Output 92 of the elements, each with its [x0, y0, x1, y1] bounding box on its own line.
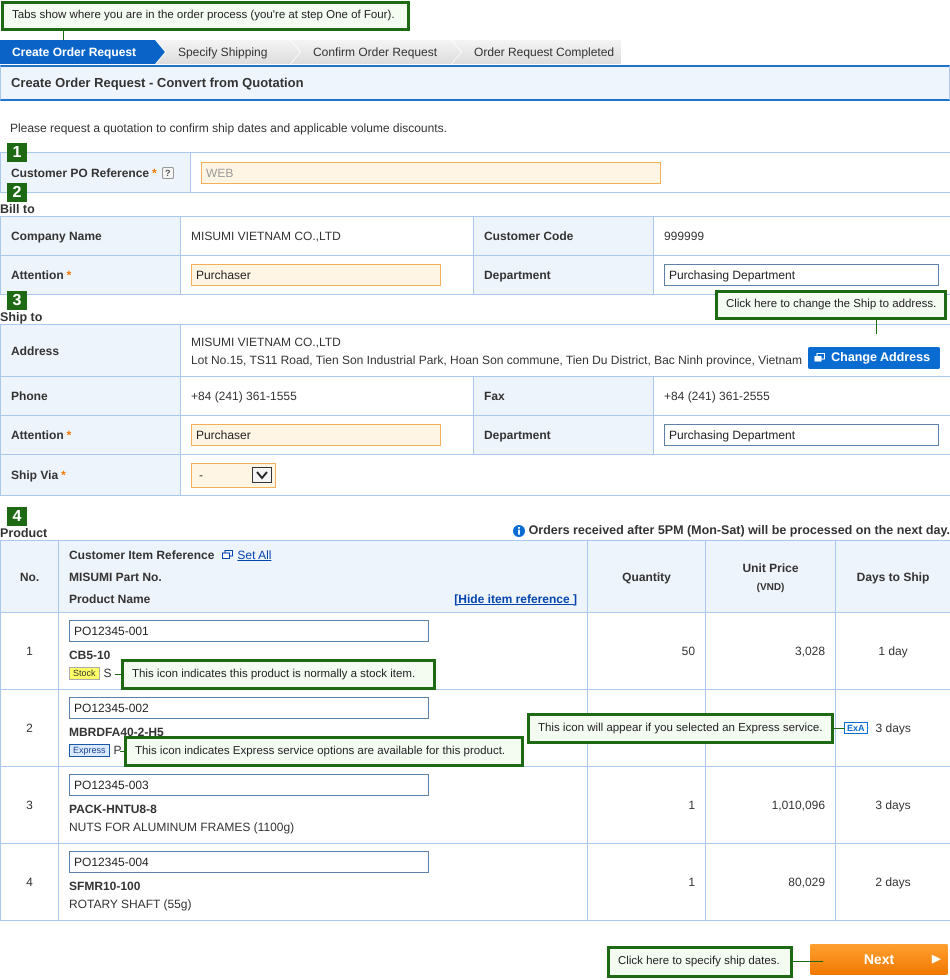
row-number: 4	[0, 844, 58, 920]
change-address-button[interactable]: Change Address	[808, 346, 940, 368]
item-reference-field[interactable]: PO12345-003	[69, 774, 429, 796]
field-label: Customer Code	[484, 229, 574, 243]
product-name: S	[104, 665, 112, 682]
row-number: 1	[0, 612, 58, 690]
field-label: Fax	[484, 389, 505, 403]
info-icon	[512, 524, 525, 537]
field-label: Customer PO Reference	[11, 166, 150, 180]
currency-text: (VND)	[756, 580, 784, 594]
required-mark: *	[66, 428, 72, 442]
required-mark: *	[61, 468, 66, 482]
required-mark: *	[152, 166, 157, 180]
hide-reference-link[interactable]: [Hide item reference ]	[454, 590, 577, 608]
department-field[interactable]: Purchasing Department	[664, 264, 939, 286]
quantity-value: 1	[588, 766, 706, 844]
product-name: P	[114, 742, 122, 759]
header-text: Product Name	[69, 590, 150, 608]
section-heading: Bill to	[0, 202, 35, 216]
field-label: Department	[484, 428, 551, 442]
unit-price: 3,028	[706, 612, 836, 690]
field-value: MISUMI VIETNAM CO.,LTD	[180, 216, 474, 256]
express-tag: Express	[69, 744, 110, 756]
part-number: CB5-10	[69, 647, 110, 664]
callout: Click here to change the Ship to address.	[715, 290, 947, 320]
stock-tag: Stock	[69, 666, 100, 680]
notice-text: Orders received after 5PM (Mon-Sat) will be processed on the next day.	[528, 522, 950, 540]
step-tab[interactable]: Confirm Order Request	[291, 40, 461, 64]
callout: Tabs show where you are in the order process (you're at step One of Four).	[1, 1, 410, 31]
item-reference-field[interactable]: PO12345-004	[69, 851, 429, 873]
column-header: Days to Ship	[836, 540, 950, 612]
field-label: Attention	[11, 428, 64, 442]
part-number: PACK-HNTU8-8	[69, 801, 157, 818]
step-number: 2	[7, 183, 27, 202]
leader-line	[63, 31, 64, 40]
leader-line	[793, 961, 823, 962]
po-reference-field[interactable]: WEB	[201, 162, 661, 184]
field-label: Phone	[11, 389, 48, 403]
callout: This icon indicates Express service options are available for this product.	[124, 736, 524, 767]
row-number: 3	[0, 766, 58, 844]
section-heading: Product	[0, 526, 48, 540]
help-icon[interactable]: ?	[162, 167, 174, 180]
days-to-ship: 3 days	[876, 720, 911, 737]
callout: This icon will appear if you selected an Express service.	[527, 713, 834, 744]
express-icon: ExA	[844, 722, 868, 734]
field-label: Address	[11, 344, 60, 358]
page-title: Create Order Request - Convert from Quotation	[0, 65, 950, 101]
ship-via-select[interactable]: -	[191, 462, 276, 488]
item-reference-field[interactable]: PO12345-001	[69, 620, 429, 642]
step-number: 4	[7, 507, 27, 526]
department-field[interactable]: Purchasing Department	[664, 424, 939, 446]
field-value: 999999	[654, 216, 950, 256]
quantity-value: 50	[588, 612, 706, 690]
step-tab[interactable]: Order Request Completed	[452, 40, 621, 64]
item-reference-field[interactable]: PO12345-002	[69, 697, 429, 719]
field-label: Company Name	[11, 229, 102, 243]
caret-icon	[252, 467, 272, 483]
step-tab[interactable]: Specify Shipping	[156, 40, 300, 64]
address-line: MISUMI VIETNAM CO.,LTD	[191, 334, 342, 350]
row-number: 2	[0, 690, 58, 766]
intro-text: Please request a quotation to confirm ship dates and applicable volume discounts.	[10, 120, 448, 133]
field-label: Attention	[11, 268, 64, 282]
address-line: Lot No.15, TS11 Road, Tien Son Industrial Park, Hoan Son commune, Tien Du District, Bac Ninh province, Vietnam	[191, 352, 802, 368]
column-header: No.	[0, 540, 58, 612]
leader-line	[115, 674, 121, 675]
leader-line	[876, 320, 877, 334]
callout: Click here to specify ship dates.	[607, 946, 793, 978]
field-label: Department	[484, 268, 551, 282]
product-name: ROTARY SHAFT (55g)	[69, 896, 192, 913]
step-number: 1	[7, 143, 27, 162]
quantity-value: 1	[588, 844, 706, 920]
window-icon	[814, 353, 826, 362]
set-all-link[interactable]: Set All	[237, 546, 272, 564]
attention-field[interactable]: Purchaser	[191, 264, 441, 286]
section-heading: Ship to	[0, 310, 42, 324]
leader-line	[834, 728, 845, 729]
attention-field[interactable]: Purchaser	[191, 424, 441, 446]
field-value: +84 (241) 361-1555	[180, 376, 474, 416]
part-number: SFMR10-100	[69, 878, 140, 895]
required-mark: *	[66, 268, 72, 282]
step-number: 3	[7, 291, 27, 310]
column-header: Quantity	[588, 540, 706, 612]
step-tab[interactable]: Create Order Request	[0, 40, 165, 64]
product-name: NUTS FOR ALUMINUM FRAMES (1100g)	[69, 819, 294, 836]
header-text: MISUMI Part No.	[69, 568, 163, 586]
unit-price: 1,010,096	[706, 766, 836, 844]
header-text: Unit Price	[742, 560, 798, 576]
field-label: Ship Via	[11, 468, 58, 482]
unit-price: 80,029	[706, 844, 836, 920]
window-icon	[222, 550, 234, 559]
callout: This icon indicates this product is normally a stock item.	[121, 659, 436, 690]
header-text: Customer Item Reference	[69, 546, 214, 564]
